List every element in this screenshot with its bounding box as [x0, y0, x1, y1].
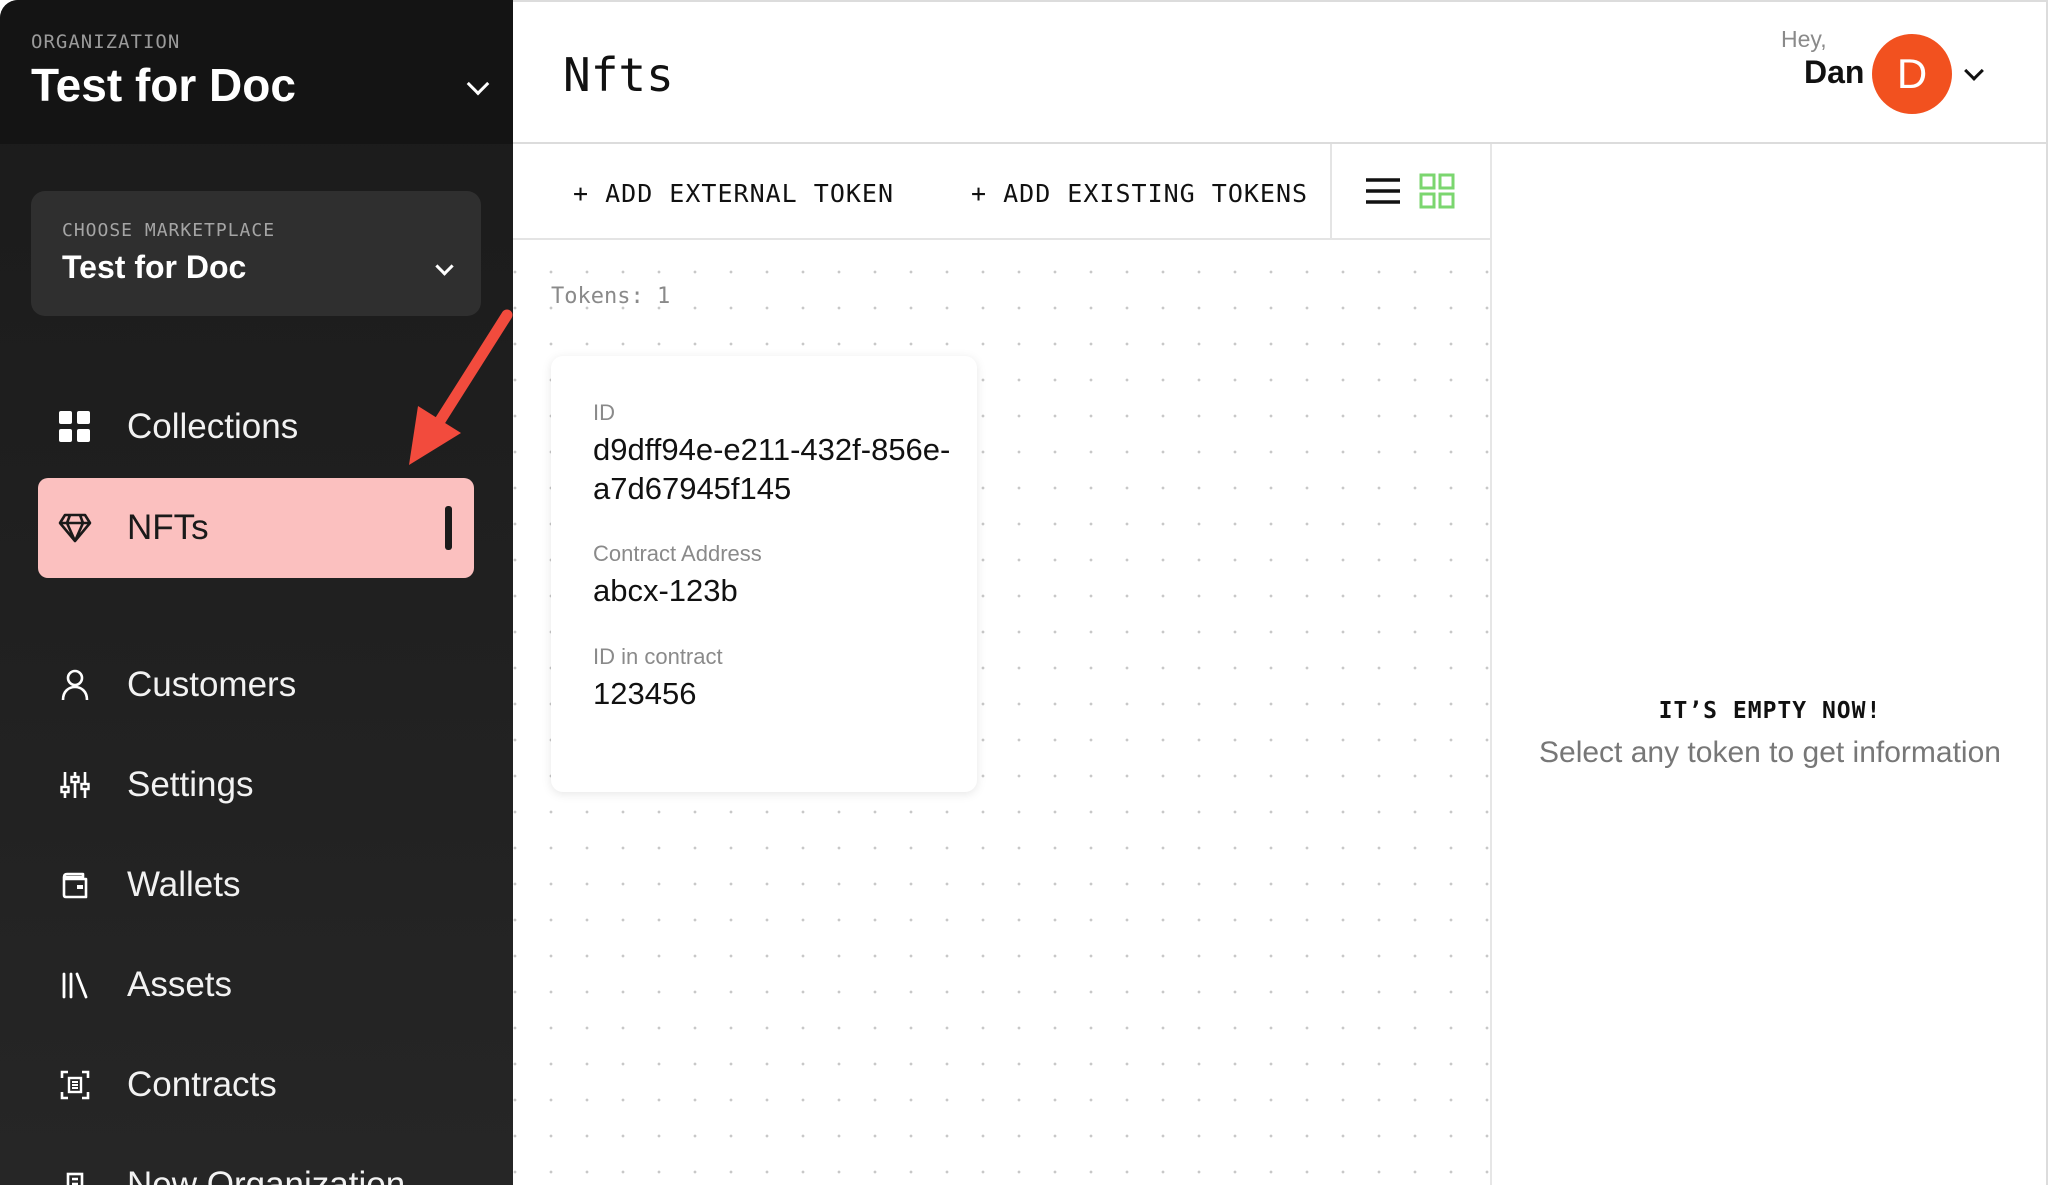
wallet-icon: [38, 871, 112, 899]
marketplace-label: CHOOSE MARKETPLACE: [62, 220, 276, 241]
marketplace-name: Test for Doc: [62, 249, 247, 285]
organization-label: ORGANIZATION: [31, 31, 181, 53]
sidebar-item-label: New Organization: [127, 1165, 406, 1185]
sidebar-item-settings[interactable]: Settings: [38, 735, 474, 835]
toolbar-divider: [1330, 144, 1332, 240]
top-header: Nfts Hey, Dan D: [513, 0, 2048, 144]
token-details-panel: IT’S EMPTY NOW! Select any token to get …: [1492, 144, 2048, 1185]
grid-view-icon[interactable]: [1419, 173, 1455, 209]
user-name: Dan: [1804, 54, 1865, 90]
sidebar-item-new-organization[interactable]: New Organization: [38, 1135, 474, 1185]
sidebar-item-contracts[interactable]: Contracts: [38, 1035, 474, 1135]
chevron-down-icon[interactable]: [435, 257, 454, 276]
annotation-arrow-icon: [409, 309, 513, 465]
organization-selector[interactable]: ORGANIZATION Test for Doc: [0, 0, 513, 144]
sidebar: ORGANIZATION Test for Doc CHOOSE MARKETP…: [0, 0, 513, 1185]
token-card[interactable]: ID d9dff94e-e211-432f-856e-a7d67945f145 …: [551, 356, 977, 792]
greeting: Hey,: [1781, 26, 1827, 52]
contract-address-value: abcx-123b: [593, 573, 738, 608]
tokens-count: Tokens: 1: [551, 284, 671, 309]
add-external-token-button[interactable]: + ADD EXTERNAL TOKEN: [573, 179, 894, 208]
sidebar-item-nfts[interactable]: NFTs: [38, 478, 474, 578]
empty-state-title: IT’S EMPTY NOW!: [1658, 698, 1882, 724]
add-existing-tokens-button[interactable]: + ADD EXISTING TOKENS: [971, 179, 1308, 208]
list-view-icon[interactable]: [1365, 176, 1401, 206]
active-indicator: [445, 506, 452, 550]
page-title: Nfts: [563, 48, 674, 102]
empty-state-subtitle: Select any token to get information: [1539, 736, 2001, 769]
token-id-label: ID: [593, 400, 615, 425]
sidebar-item-label: Customers: [127, 665, 297, 704]
sidebar-item-label: NFTs: [127, 508, 209, 547]
organization-name: Test for Doc: [31, 59, 296, 111]
sidebar-item-label: Collections: [127, 407, 299, 446]
grid-icon: [38, 410, 112, 444]
sidebar-item-assets[interactable]: Assets: [38, 935, 474, 1035]
token-id-value: d9dff94e-e211-432f-856e-a7d67945f145: [593, 432, 951, 506]
id-in-contract-value: 123456: [593, 676, 697, 711]
sliders-icon: [38, 770, 112, 800]
avatar[interactable]: D: [1872, 34, 1952, 114]
sidebar-item-wallets[interactable]: Wallets: [38, 835, 474, 935]
sidebar-item-label: Contracts: [127, 1065, 277, 1104]
chevron-down-icon[interactable]: [466, 72, 490, 96]
sidebar-item-label: Settings: [127, 765, 254, 804]
id-in-contract-label: ID in contract: [593, 644, 723, 669]
building-icon: [38, 1170, 112, 1185]
sidebar-item-label: Wallets: [127, 865, 241, 904]
user-icon: [38, 669, 112, 701]
sidebar-item-label: Assets: [127, 965, 233, 1004]
library-icon: [38, 971, 112, 999]
diamond-icon: [38, 513, 112, 543]
sidebar-item-customers[interactable]: Customers: [38, 635, 474, 735]
chevron-down-icon[interactable]: [1964, 61, 1984, 81]
tokens-toolbar: + ADD EXTERNAL TOKEN + ADD EXISTING TOKE…: [513, 144, 1490, 240]
marketplace-selector[interactable]: CHOOSE MARKETPLACE Test for Doc: [31, 191, 481, 316]
tokens-content: Tokens: 1 ID d9dff94e-e211-432f-856e-a7d…: [513, 240, 1490, 1185]
contract-icon: [38, 1070, 112, 1100]
contract-address-label: Contract Address: [593, 541, 762, 566]
